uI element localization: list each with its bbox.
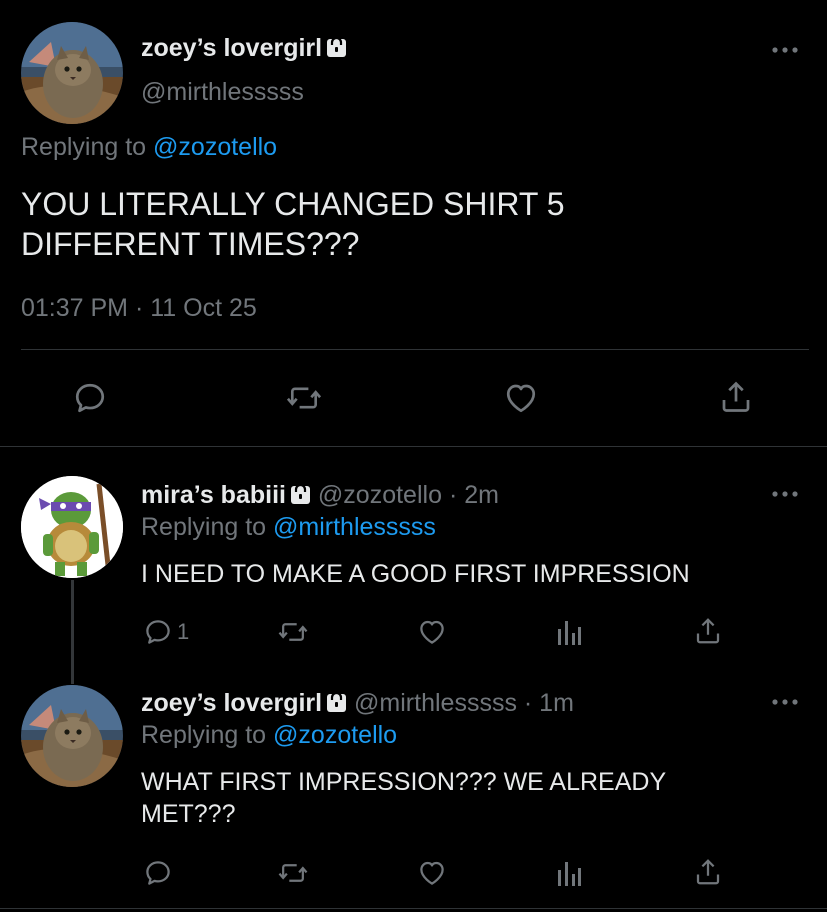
age[interactable]: 2m bbox=[464, 481, 499, 509]
replying-to-line: Replying to @mirthlesssss bbox=[141, 513, 436, 542]
ninja-turtle-avatar[interactable] bbox=[21, 476, 123, 578]
section-divider bbox=[0, 908, 827, 909]
thread-line bbox=[71, 580, 74, 684]
section-divider bbox=[0, 446, 827, 447]
share-icon[interactable] bbox=[718, 378, 754, 416]
timestamp: 01:37 PM · 11 Oct 25 bbox=[21, 294, 257, 323]
divider bbox=[21, 349, 809, 350]
lock-icon bbox=[290, 483, 311, 505]
age[interactable]: 1m bbox=[539, 689, 574, 717]
replying-to-link[interactable]: @zozotello bbox=[153, 133, 277, 161]
time[interactable]: 01:37 PM bbox=[21, 294, 128, 322]
handle[interactable]: @mirthlesssss bbox=[141, 78, 304, 107]
display-name[interactable]: zoey’s lovergirl bbox=[141, 34, 322, 62]
more-horizontal-icon[interactable] bbox=[771, 489, 799, 499]
tweet-text-line: DIFFERENT TIMES??? bbox=[21, 226, 360, 262]
tweet-text-line: MET??? bbox=[141, 800, 236, 828]
date[interactable]: 11 Oct 25 bbox=[150, 294, 257, 322]
display-name[interactable]: mira’s babiii bbox=[141, 481, 286, 509]
handle[interactable]: @zozotello bbox=[318, 481, 442, 509]
replying-to-line: Replying to @zozotello bbox=[21, 133, 277, 162]
separator: · bbox=[523, 689, 533, 717]
tweet-text-line: YOU LITERALLY CHANGED SHIRT 5 bbox=[21, 186, 565, 222]
more-horizontal-icon[interactable] bbox=[771, 45, 799, 55]
replying-to-line: Replying to @zozotello bbox=[141, 721, 397, 750]
reply-icon[interactable] bbox=[143, 617, 173, 647]
separator: · bbox=[448, 481, 458, 509]
retweet-icon[interactable] bbox=[277, 617, 309, 647]
handle[interactable]: @mirthlesssss bbox=[354, 689, 517, 717]
tweet-text-line: WHAT FIRST IMPRESSION??? WE ALREADY bbox=[141, 768, 667, 796]
retweet-icon[interactable] bbox=[277, 858, 309, 888]
more-horizontal-icon[interactable] bbox=[771, 697, 799, 707]
reply-header: zoey’s lovergirl @mirthlesssss · 1m bbox=[141, 689, 574, 718]
analytics-icon[interactable] bbox=[556, 619, 582, 647]
like-icon[interactable] bbox=[502, 380, 540, 416]
lock-icon bbox=[326, 691, 347, 713]
cat-avatar[interactable] bbox=[21, 22, 123, 124]
replying-prefix: Replying to bbox=[141, 721, 267, 749]
reply-count: 1 bbox=[177, 619, 190, 644]
separator: · bbox=[134, 294, 144, 322]
replying-prefix: Replying to bbox=[141, 513, 267, 541]
cat-avatar[interactable] bbox=[21, 685, 123, 787]
analytics-icon[interactable] bbox=[556, 860, 582, 888]
reply-icon[interactable] bbox=[72, 380, 108, 416]
tweet-text-line: I NEED TO MAKE A GOOD FIRST IMPRESSION bbox=[141, 560, 690, 588]
share-icon[interactable] bbox=[693, 615, 723, 647]
like-icon[interactable] bbox=[416, 858, 448, 888]
lock-icon bbox=[326, 36, 347, 58]
share-icon[interactable] bbox=[693, 856, 723, 888]
retweet-icon[interactable] bbox=[285, 380, 323, 416]
tweet-text: WHAT FIRST IMPRESSION??? WE ALREADY MET?… bbox=[141, 766, 666, 830]
reply-icon[interactable] bbox=[143, 858, 173, 888]
tweet-text: YOU LITERALLY CHANGED SHIRT 5 DIFFERENT … bbox=[21, 184, 565, 264]
replying-to-link[interactable]: @mirthlesssss bbox=[273, 513, 436, 541]
display-name[interactable]: zoey’s lovergirl bbox=[141, 689, 322, 717]
tweet-text: I NEED TO MAKE A GOOD FIRST IMPRESSION bbox=[141, 558, 690, 590]
like-icon[interactable] bbox=[416, 617, 448, 647]
replying-to-link[interactable]: @zozotello bbox=[273, 721, 397, 749]
reply-header: mira’s babiii @zozotello · 2m bbox=[141, 481, 499, 510]
replying-prefix: Replying to bbox=[21, 133, 147, 161]
